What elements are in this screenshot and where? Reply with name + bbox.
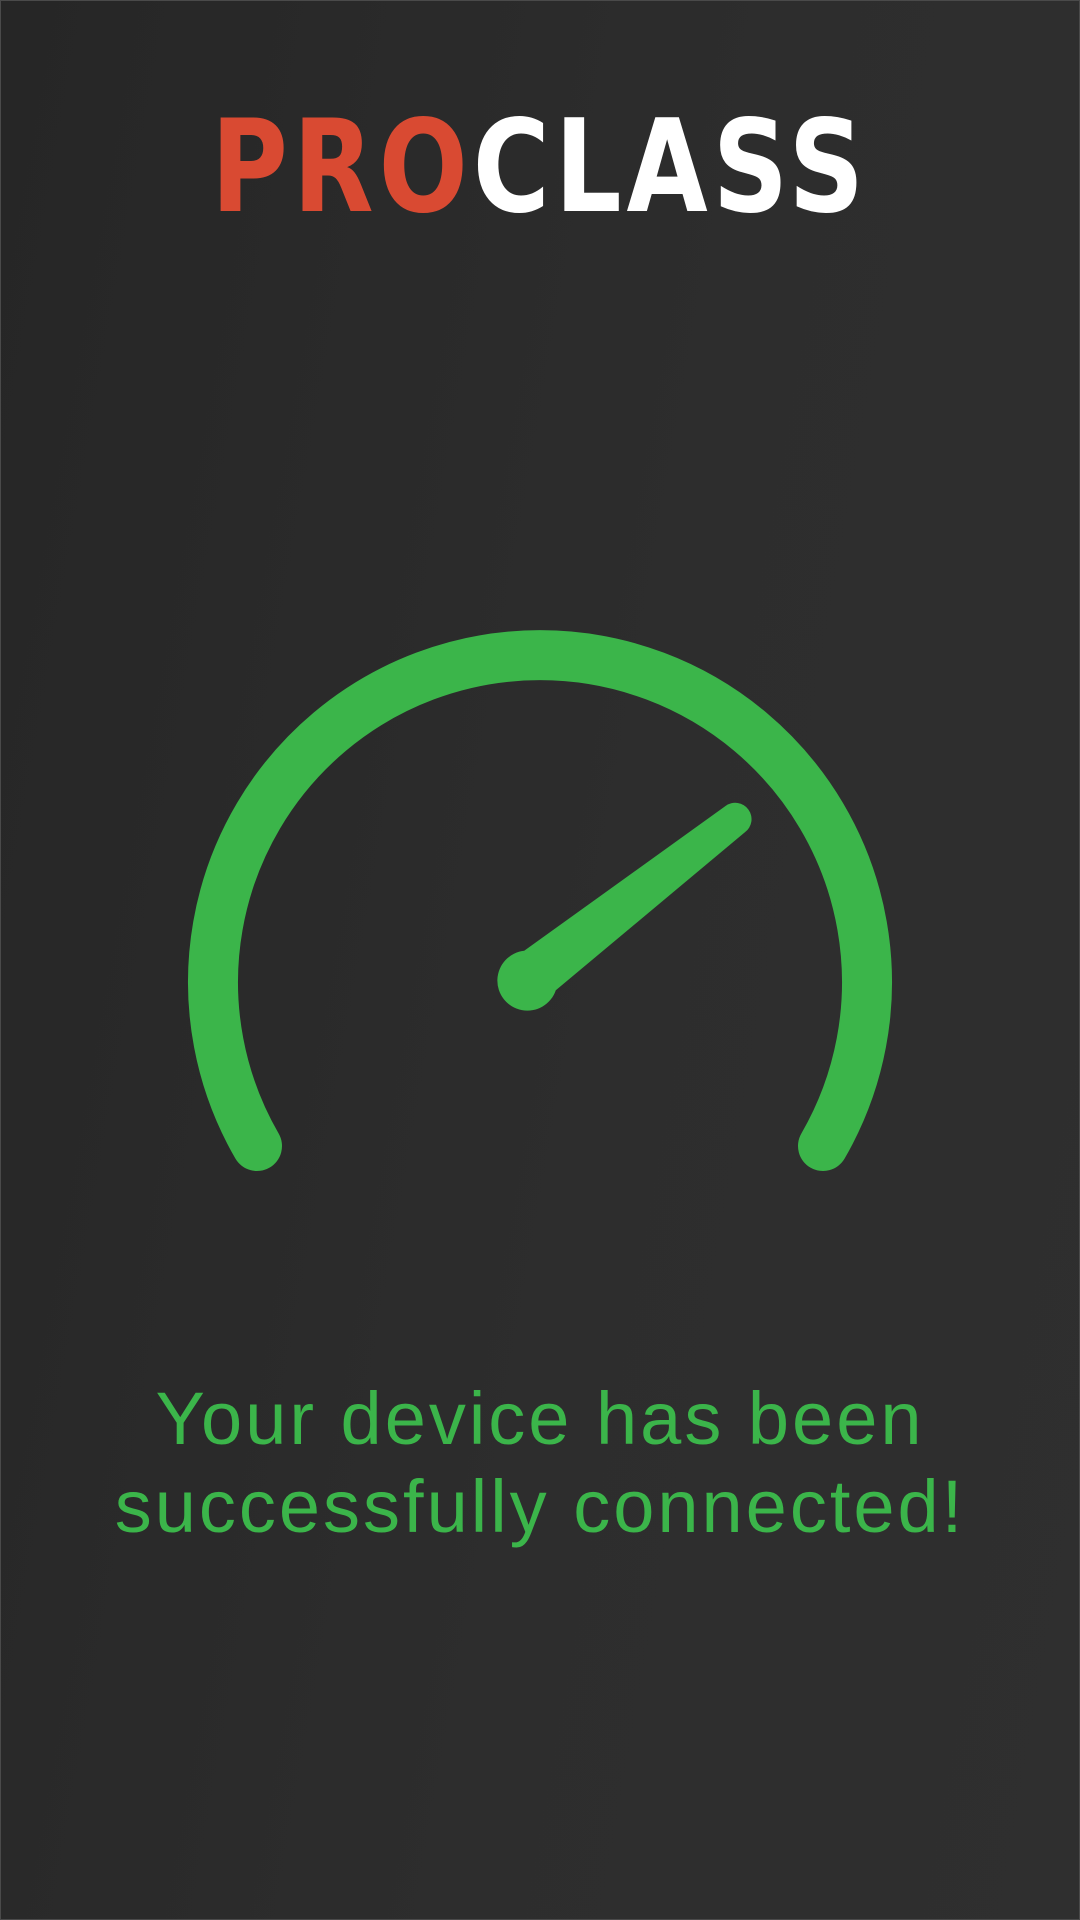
speedometer-icon	[188, 630, 892, 1171]
gauge-needle	[497, 802, 752, 1011]
gauge-arc	[188, 630, 892, 1171]
connection-success-message: Your device has been successfully connec…	[114, 1377, 966, 1548]
